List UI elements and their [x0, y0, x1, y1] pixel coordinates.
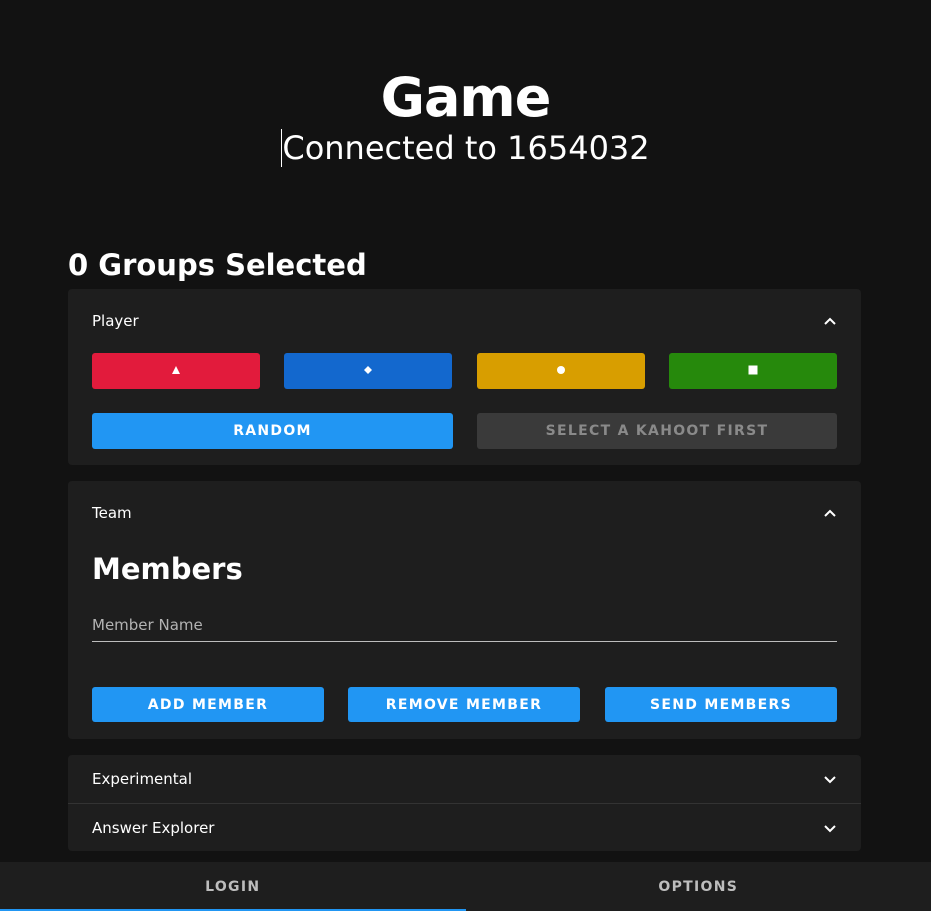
answer-explorer-panel-header[interactable]: Answer Explorer — [92, 804, 837, 852]
page-title: Game — [380, 66, 552, 129]
members-heading: Members — [92, 552, 243, 586]
connection-status-text: Connected to 1654032 — [282, 129, 650, 167]
chevron-down-icon[interactable] — [823, 772, 837, 786]
experimental-panel-label: Experimental — [92, 770, 193, 788]
player-panel-label: Player — [92, 312, 139, 330]
player-panel-header[interactable]: Player — [92, 297, 837, 345]
experimental-panel[interactable]: Experimental — [68, 755, 861, 803]
player-panel: Player RANDOM SELECT A KAHOOT FIRST — [68, 289, 861, 465]
answer-yellow-button[interactable] — [477, 353, 645, 389]
member-name-field — [92, 611, 837, 642]
diamond-icon — [363, 363, 373, 379]
answer-explorer-panel[interactable]: Answer Explorer — [68, 804, 861, 851]
tab-options[interactable]: OPTIONS — [466, 862, 931, 911]
team-panel: Team Members ADD MEMBER REMOVE MEMBER SE… — [68, 481, 861, 739]
add-member-button[interactable]: ADD MEMBER — [92, 687, 324, 722]
answer-green-button[interactable] — [669, 353, 837, 389]
experimental-panel-header[interactable]: Experimental — [92, 755, 837, 803]
groups-selected-heading: 0 Groups Selected — [68, 248, 367, 282]
remove-member-button[interactable]: REMOVE MEMBER — [348, 687, 580, 722]
select-kahoot-button: SELECT A KAHOOT FIRST — [477, 413, 837, 449]
answer-explorer-panel-label: Answer Explorer — [92, 819, 215, 837]
member-name-input[interactable] — [92, 611, 837, 639]
team-panel-header[interactable]: Team — [92, 489, 837, 537]
answer-red-button[interactable] — [92, 353, 260, 389]
tab-login[interactable]: LOGIN — [0, 862, 466, 911]
answer-blue-button[interactable] — [284, 353, 452, 389]
bottom-navigation: LOGIN OPTIONS — [0, 862, 931, 911]
square-icon — [748, 363, 758, 379]
triangle-icon — [171, 363, 181, 379]
random-button[interactable]: RANDOM — [92, 413, 453, 449]
circle-icon — [556, 363, 566, 379]
chevron-down-icon[interactable] — [823, 821, 837, 835]
connection-status: Connected to 1654032 — [0, 126, 931, 170]
chevron-up-icon[interactable] — [823, 314, 837, 328]
send-members-button[interactable]: SEND MEMBERS — [605, 687, 837, 722]
team-panel-label: Team — [92, 504, 132, 522]
chevron-up-icon[interactable] — [823, 506, 837, 520]
